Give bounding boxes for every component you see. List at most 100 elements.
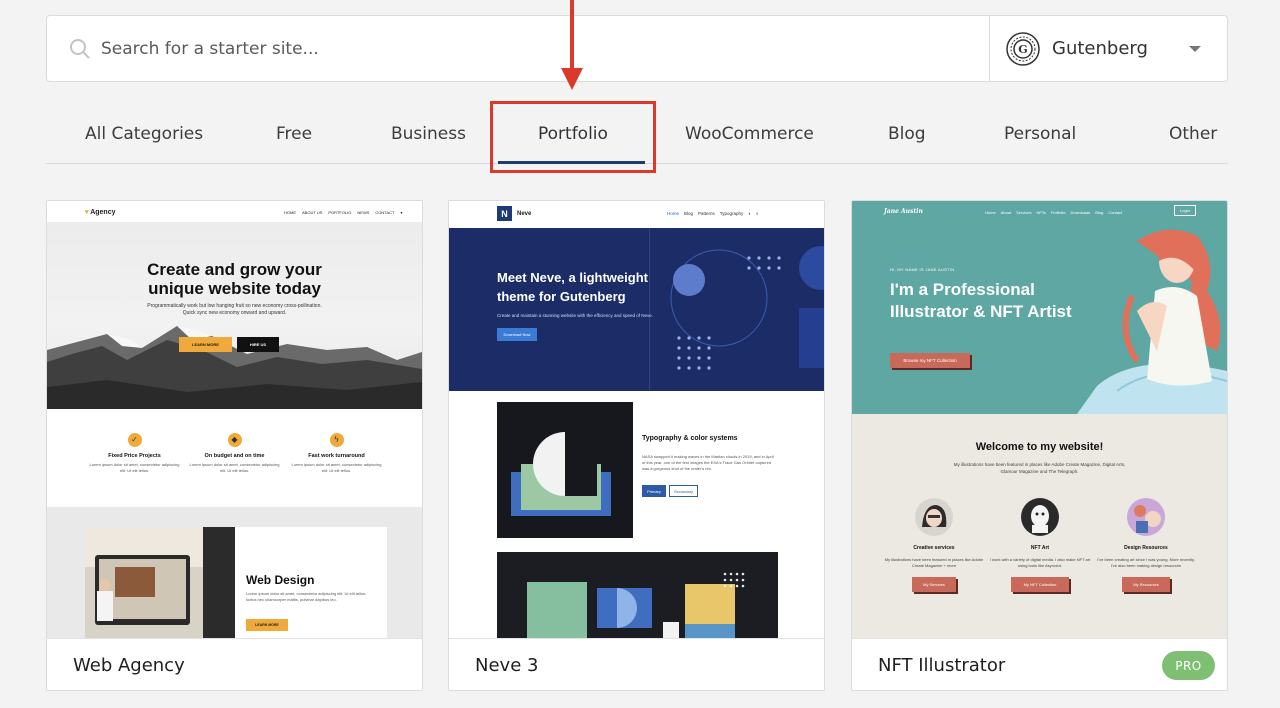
preview-hero-title: I'm a Professional Illustrator & NFT Art…	[890, 280, 1072, 321]
gutenberg-logo-icon: G	[1006, 31, 1040, 66]
preview-eyebrow: HI, MY NAME IS JANE AUSTIN	[890, 267, 955, 272]
preview-nav-item: PORTFOLIO	[328, 210, 352, 215]
preview-feature: ◆ On budget and on time Lorem ipsum dolo…	[187, 433, 282, 474]
preview-web-design-section: Web Design Lorem ipsum dolor sit amet, c…	[47, 507, 422, 638]
preview-section-title: Typography & color systems	[642, 435, 738, 442]
preview-section-button: LEARN MORE	[246, 619, 288, 631]
preview-section-text: Lorem ipsum dolor sit amet, consectetur …	[246, 591, 367, 602]
preview-service-text: I work with a variety of digital media. …	[989, 557, 1091, 568]
annotation-highlight-box	[490, 101, 656, 173]
preview-brand: Jane Austin	[884, 208, 923, 215]
preview-nav-item: NEWS	[357, 210, 370, 215]
preview-typography-graphic	[497, 402, 633, 538]
preview-brand: N Neve	[497, 206, 531, 221]
pro-badge: PRO	[1162, 651, 1215, 680]
preview-section-title: Web Design	[246, 573, 315, 587]
tab-woocommerce[interactable]: WooCommerce	[685, 124, 814, 144]
preview-nav-item: ABOUT US	[302, 210, 323, 215]
tab-other[interactable]: Other	[1169, 124, 1217, 144]
preview-feature-text: Lorem ipsum dolor sit amet, consectetur …	[291, 462, 382, 473]
annotation-arrow-head	[561, 68, 583, 90]
builder-label: Gutenberg	[1052, 38, 1148, 59]
site-card-web-agency[interactable]: ▾ Agency HOME ABOUT US PORTFOLIO NEWS CO…	[46, 200, 423, 691]
annotation-arrow-shaft	[570, 0, 574, 72]
avatar-creative-icon	[915, 498, 953, 536]
illustration-woman-image	[1077, 229, 1227, 414]
preview-service-column: NFT Art I work with a variety of digital…	[988, 497, 1092, 592]
tab-free[interactable]: Free	[276, 124, 312, 144]
preview-service-title: Creative services	[913, 545, 955, 551]
tab-business[interactable]: Business	[391, 124, 466, 144]
preview-welcome-section: Welcome to my website! My illustrations …	[852, 414, 1227, 638]
chevron-down-icon	[1189, 46, 1201, 52]
site-card-nft-illustrator[interactable]: Jane Austin Home About Services NFTs Por…	[851, 200, 1228, 691]
preview-service-title: Design Resources	[1124, 545, 1168, 551]
preview-welcome-title: Welcome to my website!	[975, 441, 1104, 453]
preview-download-button: Download Now	[497, 328, 537, 341]
check-icon: ✓	[127, 433, 142, 447]
tab-blog[interactable]: Blog	[888, 124, 926, 144]
neve-logo-icon: N	[497, 206, 512, 221]
preview-service-text: My illustrations have been featured in p…	[884, 557, 984, 568]
builder-select[interactable]: G Gutenberg	[990, 16, 1227, 81]
site-card-name: Neve 3	[475, 655, 539, 676]
tab-all-categories[interactable]: All Categories	[85, 124, 203, 144]
tab-personal[interactable]: Personal	[1004, 124, 1076, 144]
preview-feature: ✓ Fixed Price Projects Lorem ipsum dolor…	[87, 433, 182, 474]
search-icon: ⌕	[756, 211, 759, 216]
preview-hire-us-button: HIRE US	[237, 337, 279, 352]
cart-icon: ▾	[400, 210, 403, 215]
preview-nav-item: Patterns	[698, 211, 715, 216]
preview-feature-title: On budget and on time	[204, 453, 265, 459]
preview-nav-item: About	[1000, 210, 1012, 215]
preview-service-title: NFT Art	[1030, 545, 1050, 551]
preview-secondary-button: Secondary	[669, 485, 698, 497]
preview-hero-title: Meet Neve, a lightweight theme for Guten…	[497, 270, 648, 304]
preview-nft-collection-button: Browse my NFT Collection	[890, 353, 970, 368]
site-preview: N Neve Home Blog Patterns Typography ◐ ⌕	[449, 201, 824, 638]
contrast-icon: ◐	[748, 211, 752, 216]
preview-hero-graphic	[449, 228, 824, 391]
preview-feature-title: Fixed Price Projects	[108, 453, 161, 459]
preview-nav-item: Blog	[684, 211, 694, 216]
site-card-name: NFT Illustrator	[878, 655, 1006, 676]
preview-service-column: Creative services My illustrations have …	[882, 497, 986, 592]
site-card-name: Web Agency	[73, 655, 185, 676]
avatar-nft-art-icon	[1021, 498, 1059, 536]
site-card-neve-3[interactable]: N Neve Home Blog Patterns Typography ◐ ⌕	[448, 200, 825, 691]
preview-learn-more-button: LEARN MORE	[179, 337, 232, 352]
preview-nav: HOME ABOUT US PORTFOLIO NEWS CONTACT ▾	[284, 210, 402, 215]
preview-nav-item: Home	[985, 210, 996, 215]
search-input[interactable]: Search for a starter site...	[47, 16, 989, 81]
preview-feature-text: Lorem ipsum dolor sit amet, consectetur …	[89, 462, 180, 473]
site-preview: Jane Austin Home About Services NFTs Por…	[852, 201, 1227, 638]
preview-nav-item: CONTACT	[375, 210, 395, 215]
search-bar: Search for a starter site... G Gutenberg	[46, 15, 1228, 82]
search-placeholder: Search for a starter site...	[101, 38, 319, 59]
preview-office-photo	[85, 527, 235, 638]
preview-brand: ▾ Agency	[85, 209, 116, 216]
search-icon	[69, 38, 91, 60]
preview-bottom-graphic	[497, 552, 778, 638]
preview-section-panel: Web Design Lorem ipsum dolor sit amet, c…	[85, 527, 387, 638]
site-preview: ▾ Agency HOME ABOUT US PORTFOLIO NEWS CO…	[47, 201, 422, 638]
preview-service-button: My Resources	[1122, 577, 1170, 592]
preview-service-text: I've been creating art since I was young…	[1097, 557, 1195, 568]
preview-hero: Jane Austin Home About Services NFTs Por…	[852, 201, 1227, 414]
preview-feature: ϟ Fast work turnaround Lorem ipsum dolor…	[289, 433, 384, 474]
avatar-design-resources-icon	[1127, 498, 1165, 536]
preview-service-button: My Services	[912, 577, 956, 592]
preview-hero-title: Create and grow your unique website toda…	[147, 260, 322, 298]
starter-sites-page: Search for a starter site... G Gutenberg…	[0, 0, 1280, 708]
site-card-footer: Neve 3	[449, 638, 824, 690]
site-card-footer: NFT Illustrator PRO	[852, 638, 1227, 690]
diamond-icon: ◆	[227, 433, 242, 447]
preview-welcome-text: My illustrations have been featured in p…	[953, 462, 1126, 474]
preview-hero-text: Programmatically work but low hanging fr…	[147, 303, 322, 316]
abstract-shapes-image	[511, 432, 611, 516]
preview-service-column: Design Resources I've been creating art …	[1094, 497, 1198, 592]
preview-hero: Meet Neve, a lightweight theme for Guten…	[449, 228, 824, 391]
brand-mark-icon: ▾	[85, 209, 89, 216]
preview-feature-title: Fast work turnaround	[308, 453, 365, 459]
preview-feature-text: Lorem ipsum dolor sit amet, consectetur …	[189, 462, 280, 473]
